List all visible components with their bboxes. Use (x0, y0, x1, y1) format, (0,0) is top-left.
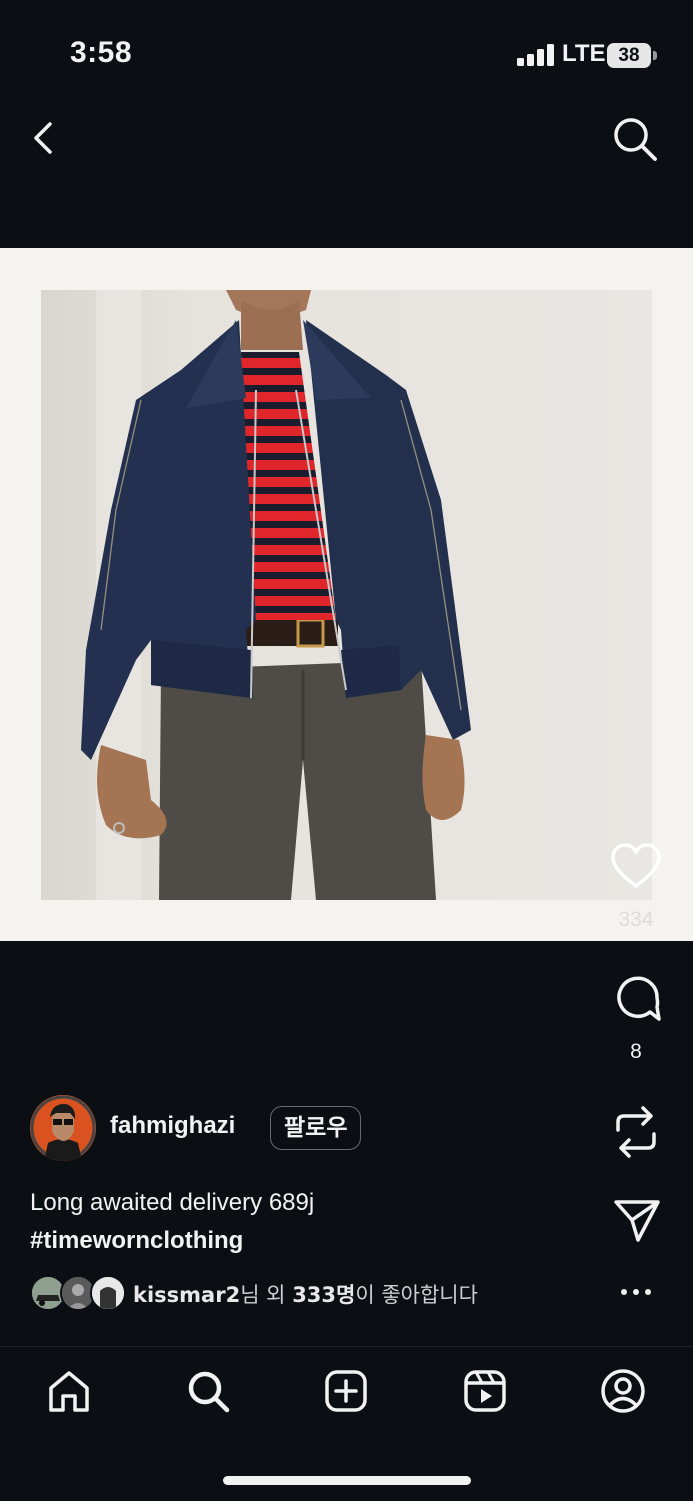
back-button[interactable] (28, 118, 60, 158)
follow-button[interactable]: 팔로우 (270, 1106, 362, 1150)
liker-avatars[interactable] (30, 1275, 126, 1311)
author-username[interactable]: fahmighazi (110, 1112, 235, 1140)
more-options-button[interactable] (618, 1282, 654, 1302)
home-indicator (223, 1476, 471, 1485)
battery-level: 38 (618, 45, 640, 66)
cellular-signal-icon (517, 44, 554, 66)
search-tab-icon[interactable] (185, 1368, 231, 1414)
liked-by-suffix-2: 이 좋아합니다 (355, 1283, 478, 1307)
search-button[interactable] (612, 116, 658, 162)
author-avatar[interactable] (30, 1095, 96, 1161)
like-button[interactable] (610, 842, 662, 890)
liker-avatar (90, 1275, 126, 1311)
repost-button[interactable] (612, 1104, 660, 1160)
comment-button[interactable] (614, 974, 662, 1022)
caption-hashtag[interactable]: #timewornclothing (30, 1222, 314, 1260)
post-photo[interactable] (41, 290, 652, 900)
reels-icon[interactable] (462, 1368, 508, 1414)
comment-count: 8 (630, 1040, 642, 1063)
status-time: 3:58 (70, 36, 133, 69)
liked-by-suffix-1: 님 외 (240, 1283, 293, 1307)
add-post-icon[interactable] (323, 1368, 369, 1414)
liked-by-count[interactable]: 333명 (292, 1283, 355, 1307)
battery-icon: 38 (607, 43, 657, 68)
profile-icon[interactable] (600, 1368, 646, 1414)
network-type: LTE (562, 40, 606, 67)
share-button[interactable] (612, 1196, 662, 1244)
home-icon[interactable] (46, 1368, 92, 1414)
liked-by-text[interactable]: kissmar2님 외 333명이 좋아합니다 (133, 1279, 478, 1309)
like-count: 334 (618, 908, 654, 931)
post-caption: Long awaited delivery 689j #timewornclot… (30, 1184, 314, 1260)
liker-name[interactable]: kissmar2 (133, 1283, 240, 1307)
caption-text: Long awaited delivery 689j (30, 1189, 315, 1216)
